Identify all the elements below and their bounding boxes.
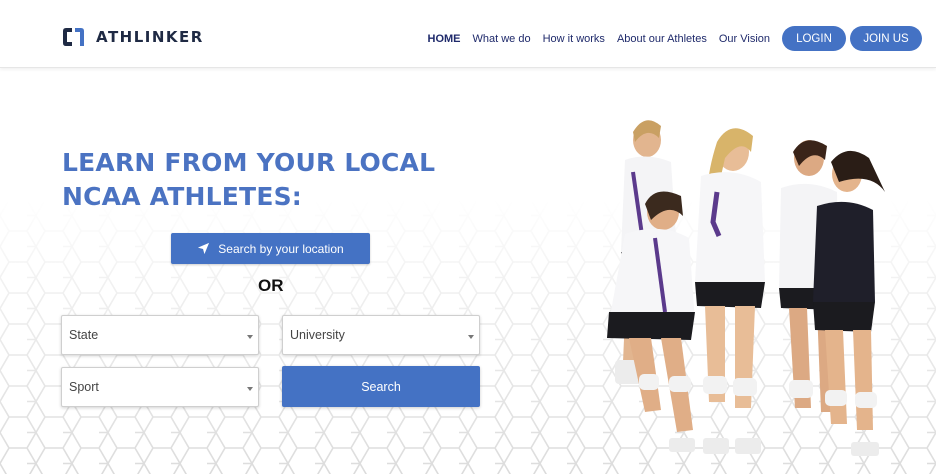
nav-how-it-works[interactable]: How it works [543, 33, 605, 45]
sport-select[interactable]: Sport [61, 367, 259, 407]
state-select[interactable]: State [61, 315, 259, 355]
navigation-arrow-icon [198, 242, 210, 255]
or-divider-text: OR [258, 276, 284, 295]
nav-our-vision[interactable]: Our Vision [719, 33, 770, 45]
university-select-value: University [290, 328, 345, 342]
search-by-location-label: Search by your location [218, 241, 344, 256]
player-figure [695, 128, 765, 454]
sport-select-value: Sport [69, 380, 99, 394]
chevron-down-icon [247, 335, 253, 339]
player-figure [607, 191, 695, 452]
page: ATHLINKER HOME What we do How it works A… [0, 0, 936, 474]
nav-what-we-do[interactable]: What we do [473, 33, 531, 45]
state-select-value: State [69, 328, 99, 342]
volleyball-team-photo [607, 120, 885, 456]
main-nav: HOME What we do How it works About our A… [428, 26, 922, 51]
join-us-button[interactable]: JOIN US [850, 26, 922, 51]
athlinker-logo-icon [63, 28, 84, 46]
nav-about-athletes[interactable]: About our Athletes [617, 33, 707, 45]
login-button[interactable]: LOGIN [782, 26, 846, 51]
hero-headline: LEARN FROM YOUR LOCAL NCAA ATHLETES: [62, 148, 436, 211]
top-navbar: ATHLINKER HOME What we do How it works A… [0, 0, 936, 68]
brand-logo[interactable]: ATHLINKER [62, 26, 204, 48]
chevron-down-icon [468, 335, 474, 339]
search-by-location-button[interactable]: Search by your location [171, 233, 370, 264]
nav-home[interactable]: HOME [428, 33, 461, 45]
brand-name: ATHLINKER [96, 28, 204, 46]
chevron-down-icon [247, 387, 253, 391]
search-button[interactable]: Search [282, 366, 480, 407]
university-select[interactable]: University [282, 315, 480, 355]
